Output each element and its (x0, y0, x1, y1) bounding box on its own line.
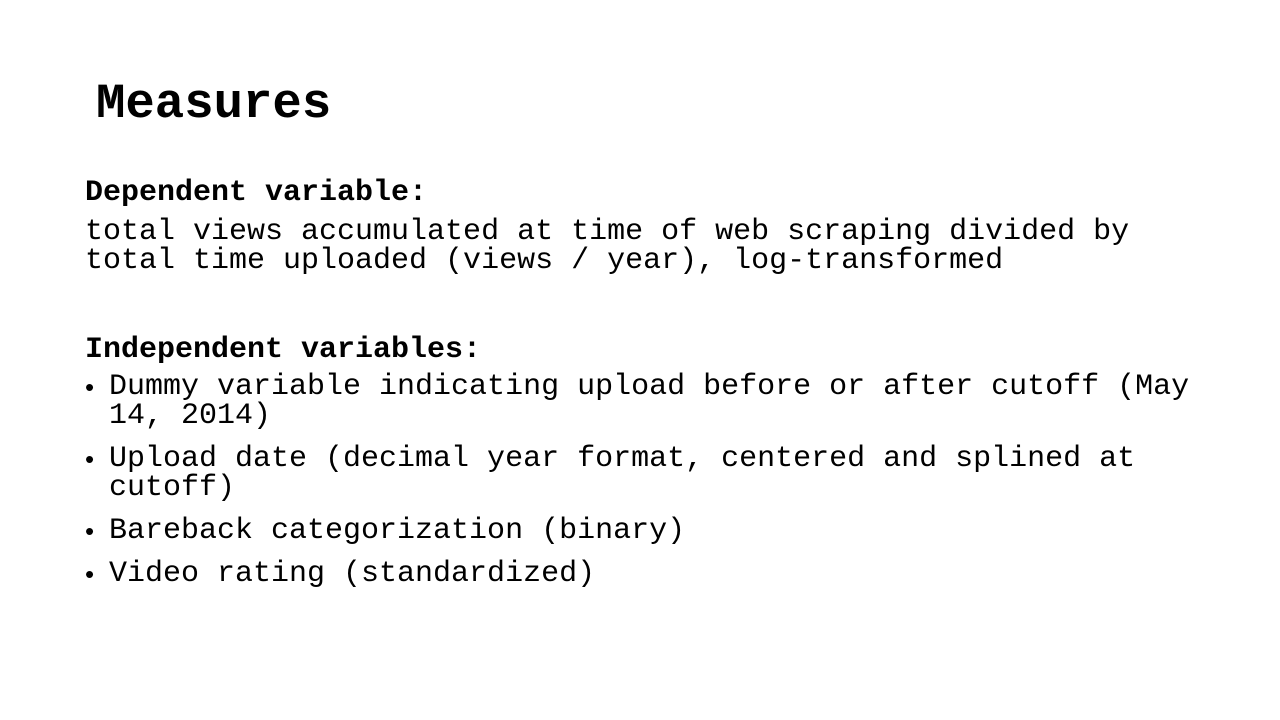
list-item-text: Video rating (standardized) (109, 557, 596, 591)
independent-variables-list: • Dummy variable indicating upload befor… (85, 370, 1195, 591)
slide-content: Dependent variable: total views accumula… (85, 175, 1195, 603)
list-item: • Bareback categorization (binary) (85, 514, 1195, 548)
list-item: • Video rating (standardized) (85, 557, 1195, 591)
bullet-icon: • (85, 444, 95, 474)
bullet-icon: • (85, 372, 95, 402)
slide: Measures Dependent variable: total views… (0, 0, 1280, 720)
dependent-variable-heading: Dependent variable: (85, 176, 428, 210)
list-item: • Dummy variable indicating upload befor… (85, 370, 1195, 433)
list-item: • Upload date (decimal year format, cent… (85, 442, 1195, 505)
independent-variables-heading: Independent variables: (85, 333, 482, 367)
dependent-variable-text: total views accumulated at time of web s… (85, 215, 1130, 278)
bullet-icon: • (85, 516, 95, 546)
list-item-text: Bareback categorization (binary) (109, 514, 686, 548)
slide-title: Measures (96, 76, 332, 132)
list-item-text: Upload date (decimal year format, center… (109, 442, 1136, 505)
list-item-text: Dummy variable indicating upload before … (109, 370, 1190, 433)
bullet-icon: • (85, 559, 95, 589)
